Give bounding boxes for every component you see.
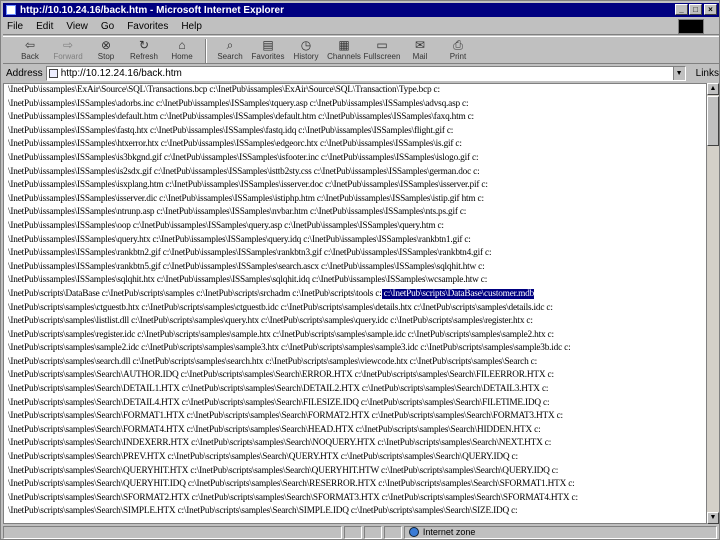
forward-button[interactable]: ⇨ Forward — [49, 37, 87, 65]
status-cell — [344, 525, 362, 539]
toolbar-separator — [205, 39, 207, 63]
zone-label: Internet zone — [422, 527, 476, 537]
listing-line: \InetPub\scripts\samples\Search\DETAIL1.… — [8, 384, 549, 395]
listing-line: \InetPub\issamples\ISSamples\query.htx c… — [8, 234, 471, 245]
toolbar: ⇦ Back ⇨ Forward ⊗ Stop ↻ Refresh ⌂ Home… — [3, 36, 719, 64]
address-value: http://10.12.24.16/back.htm — [60, 68, 182, 79]
home-icon: ⌂ — [178, 38, 186, 52]
browser-window: http://10.10.24.16/back.htm - Microsoft … — [0, 0, 720, 540]
favorites-button[interactable]: ▤ Favorites — [249, 37, 287, 65]
selected-text[interactable]: c:\InetPub\scripts\DataBase\customer.mdb — [381, 288, 534, 299]
page-content: \InetPub\issamples\ExAir\Source\SQL\Tran… — [3, 83, 707, 524]
listing-line: \InetPub\scripts\samples\Search\QUERYHIT… — [8, 479, 575, 490]
listing-line: \InetPub\issamples\ISSamples\rankbtn5.gi… — [8, 261, 485, 272]
mail-button[interactable]: ✉ Mail — [401, 37, 439, 65]
forward-arrow-icon: ⇨ — [62, 38, 74, 52]
listing-line: \InetPub\issamples\ISSamples\isserver.di… — [8, 193, 484, 204]
listing-line: \InetPub\scripts\samples\ctguestb.htx c:… — [8, 302, 553, 313]
listing-line: \InetPub\scripts\samples\listlist.dll c:… — [8, 316, 533, 327]
channels-icon: ▦ — [338, 38, 350, 52]
listing-line: \InetPub\scripts\samples\Search\PREV.HTX… — [8, 452, 518, 463]
listing-line: \InetPub\issamples\ISSamples\oop c:\Inet… — [8, 220, 444, 231]
menu-favorites[interactable]: Favorites — [127, 21, 168, 32]
address-input[interactable]: http://10.12.24.16/back.htm ▼ — [45, 66, 686, 81]
favorites-folder-icon: ▤ — [262, 38, 274, 52]
listing-line: \InetPub\scripts\samples\sample2.idc c:\… — [8, 343, 571, 354]
maximize-button[interactable]: □ — [689, 4, 702, 15]
listing-line: \InetPub\issamples\ISSamples\isxplang.ht… — [8, 180, 488, 191]
page-icon — [48, 69, 58, 78]
listing-line: \InetPub\issamples\ISSamples\htxerror.ht… — [8, 139, 462, 150]
home-button[interactable]: ⌂ Home — [163, 37, 201, 65]
search-icon: ⌕ — [226, 38, 234, 52]
menu-file[interactable]: File — [7, 21, 23, 32]
fullscreen-icon: ▭ — [376, 38, 388, 52]
listing-line: \InetPub\issamples\ExAir\Source\SQL\Tran… — [8, 85, 440, 95]
listing-line: \InetPub\issamples\ISSamples\rankbtn2.gi… — [8, 248, 492, 259]
window-title: http://10.10.24.16/back.htm - Microsoft … — [20, 4, 284, 16]
mail-icon: ✉ — [414, 38, 426, 52]
search-button[interactable]: ⌕ Search — [211, 37, 249, 65]
history-icon: ◷ — [300, 38, 312, 52]
address-bar: Address http://10.12.24.16/back.htm ▼ Li… — [3, 65, 719, 82]
print-button[interactable]: ⎙ Print — [439, 37, 477, 65]
listing-line: \InetPub\issamples\ISSamples\is3bkgnd.gi… — [8, 152, 479, 163]
listing-line: \InetPub\scripts\samples\Search\DETAIL4.… — [8, 397, 550, 408]
listing-line: \InetPub\scripts\samples\Search\INDEXERR… — [8, 438, 552, 449]
refresh-button[interactable]: ↻ Refresh — [125, 37, 163, 65]
status-bar: Internet zone — [3, 525, 719, 539]
listing-line: \InetPub\issamples\ISSamples\default.htm… — [8, 112, 474, 123]
refresh-icon: ↻ — [138, 38, 150, 52]
listing-line: \InetPub\scripts\samples\Search\AUTHOR.I… — [8, 370, 554, 381]
address-label: Address — [6, 68, 43, 79]
back-button[interactable]: ⇦ Back — [11, 37, 49, 65]
close-button[interactable]: × — [704, 4, 717, 15]
scroll-down-button[interactable]: ▼ — [707, 512, 719, 524]
scroll-up-button[interactable]: ▲ — [707, 83, 719, 95]
listing-line: \InetPub\scripts\samples\register.idc c:… — [8, 329, 554, 340]
listing-line: \InetPub\scripts\samples\Search\FORMAT4.… — [8, 424, 541, 435]
minimize-button[interactable]: _ — [675, 4, 688, 15]
menu-help[interactable]: Help — [181, 21, 202, 32]
security-zone: Internet zone — [403, 525, 717, 539]
title-bar[interactable]: http://10.10.24.16/back.htm - Microsoft … — [3, 3, 719, 17]
menu-go[interactable]: Go — [101, 21, 114, 32]
address-dropdown-button[interactable]: ▼ — [672, 67, 685, 80]
globe-icon — [408, 527, 419, 537]
listing-line: \InetPub\scripts\samples\search.dll c:\I… — [8, 356, 537, 367]
printer-icon: ⎙ — [453, 38, 463, 52]
scroll-thumb[interactable] — [707, 96, 719, 146]
listing-line: \InetPub\issamples\ISSamples\ntrunp.asp … — [8, 207, 467, 218]
stop-icon: ⊗ — [100, 38, 112, 52]
status-cell — [363, 525, 382, 539]
listing-line: \InetPub\scripts\samples\Search\SFORMAT2… — [8, 492, 578, 503]
menu-view[interactable]: View — [66, 21, 88, 32]
listing-line: \InetPub\issamples\ISSamples\sqlqhit.htx… — [8, 275, 488, 286]
vertical-scrollbar[interactable]: ▲ ▼ — [707, 83, 719, 524]
history-button[interactable]: ◷ History — [287, 37, 325, 65]
listing-line: \InetPub\scripts\DataBase c:\InetPub\scr… — [8, 288, 535, 299]
listing-line: \InetPub\issamples\ISSamples\adorbs.inc … — [8, 98, 469, 109]
ie-icon — [6, 5, 16, 15]
fullscreen-button[interactable]: ▭ Fullscreen — [363, 37, 401, 65]
stop-button[interactable]: ⊗ Stop — [87, 37, 125, 65]
status-text — [3, 525, 343, 539]
listing-line: \InetPub\scripts\samples\Search\FORMAT1.… — [8, 411, 563, 422]
menu-edit[interactable]: Edit — [36, 21, 53, 32]
windows-logo-icon — [678, 19, 704, 34]
back-arrow-icon: ⇦ — [24, 38, 36, 52]
channels-button[interactable]: ▦ Channels — [325, 37, 363, 65]
links-button[interactable]: Links — [696, 68, 719, 79]
menu-bar: File Edit View Go Favorites Help — [3, 18, 719, 35]
listing-line: \InetPub\scripts\samples\Search\SIMPLE.H… — [8, 506, 518, 517]
listing-line: \InetPub\issamples\ISSamples\is2sdx.gif … — [8, 166, 480, 177]
listing-line: \InetPub\scripts\samples\Search\QUERYHIT… — [8, 465, 559, 476]
listing-line: \InetPub\issamples\ISSamples\fastq.htx c… — [8, 125, 454, 136]
status-cell — [383, 525, 402, 539]
